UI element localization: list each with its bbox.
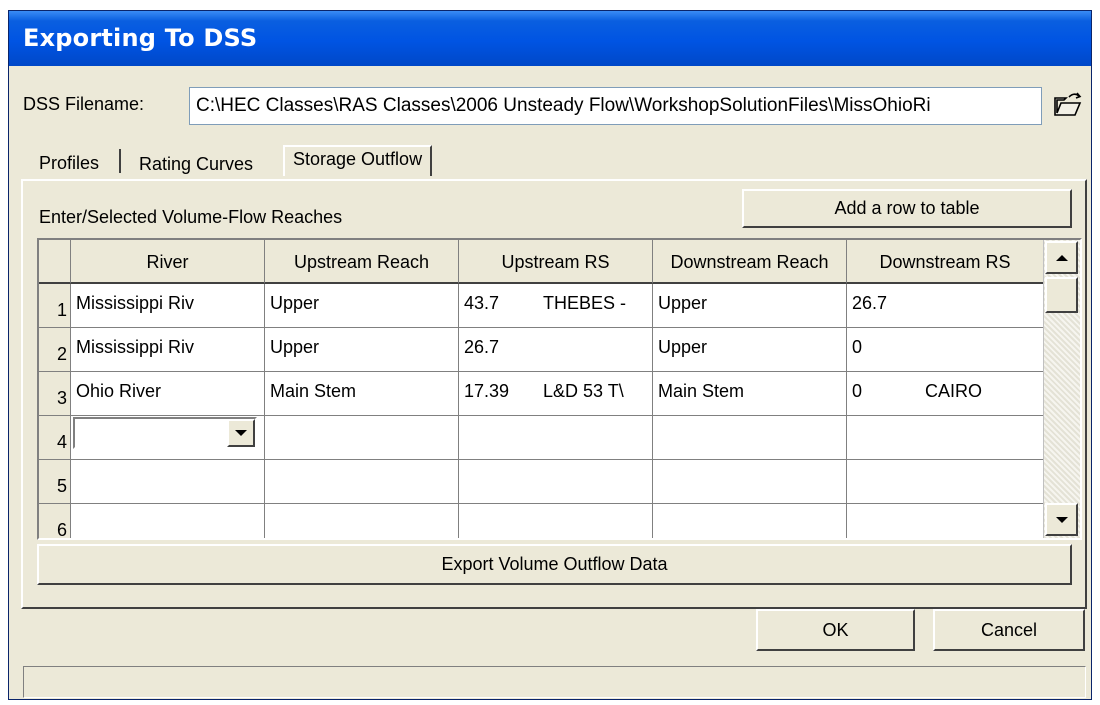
chevron-down-icon bbox=[235, 430, 247, 436]
row-number[interactable]: 6 bbox=[39, 504, 71, 538]
status-bar bbox=[23, 666, 1086, 698]
cell-downstream-reach[interactable] bbox=[653, 416, 847, 460]
downstream-rs-value: 26.7 bbox=[852, 293, 888, 313]
table-corner bbox=[39, 240, 71, 284]
cell-upstream-rs[interactable] bbox=[459, 416, 653, 460]
cell-river[interactable]: Ohio River bbox=[71, 372, 265, 416]
column-header-downstream-rs[interactable]: Downstream RS bbox=[847, 240, 1044, 284]
downstream-rs-value: 0 bbox=[852, 381, 863, 401]
title-bar[interactable]: Exporting To DSS bbox=[9, 11, 1091, 66]
cell-downstream-reach[interactable]: Upper bbox=[653, 284, 847, 328]
downstream-rs-value: 0 bbox=[852, 337, 863, 357]
cell-upstream-reach[interactable] bbox=[265, 460, 459, 504]
row-number[interactable]: 2 bbox=[39, 328, 71, 372]
scroll-down-button[interactable] bbox=[1045, 503, 1078, 536]
dss-filename-label: DSS Filename: bbox=[23, 94, 145, 114]
reaches-heading: Enter/Selected Volume-Flow Reaches bbox=[39, 207, 343, 227]
column-header-river[interactable]: River bbox=[71, 240, 265, 284]
cell-river[interactable] bbox=[71, 460, 265, 504]
reaches-table: River Upstream Reach Upstream RS Downstr… bbox=[37, 238, 1082, 540]
cell-downstream-reach[interactable]: Upper bbox=[653, 328, 847, 372]
cell-upstream-reach[interactable]: Upper bbox=[265, 328, 459, 372]
cell-upstream-reach[interactable] bbox=[265, 504, 459, 538]
downstream-rs-description: CAIRO bbox=[925, 381, 983, 401]
window-title: Exporting To DSS bbox=[23, 24, 258, 52]
cell-river[interactable] bbox=[71, 504, 265, 538]
tab-storage-outflow[interactable]: Storage Outflow bbox=[283, 145, 433, 176]
dropdown-button[interactable] bbox=[227, 419, 255, 447]
cell-downstream-reach[interactable]: Main Stem bbox=[653, 372, 847, 416]
row-number[interactable]: 4 bbox=[39, 416, 71, 460]
upstream-rs-description: L&D 53 T\ bbox=[543, 381, 624, 401]
cell-downstream-rs[interactable]: 0 CAIRO bbox=[847, 372, 1044, 416]
cell-upstream-rs[interactable]: 43.7 THEBES - bbox=[459, 284, 653, 328]
folder-open-icon bbox=[1054, 92, 1082, 116]
arrow-up-icon bbox=[1055, 254, 1068, 261]
cell-upstream-rs[interactable] bbox=[459, 504, 653, 538]
cell-upstream-reach[interactable] bbox=[265, 416, 459, 460]
cell-downstream-rs[interactable] bbox=[847, 416, 1044, 460]
cell-upstream-reach[interactable]: Main Stem bbox=[265, 372, 459, 416]
row-number[interactable]: 3 bbox=[39, 372, 71, 416]
cell-river[interactable] bbox=[71, 416, 265, 460]
upstream-rs-value: 43.7 bbox=[464, 293, 500, 313]
tab-profiles[interactable]: Profiles bbox=[39, 153, 99, 174]
scroll-up-button[interactable] bbox=[1045, 241, 1078, 274]
cell-downstream-rs[interactable] bbox=[847, 460, 1044, 504]
cell-downstream-rs[interactable]: 0 bbox=[847, 328, 1044, 372]
column-header-upstream-reach[interactable]: Upstream Reach bbox=[265, 240, 459, 284]
column-header-upstream-rs[interactable]: Upstream RS bbox=[459, 240, 653, 284]
add-row-button[interactable]: Add a row to table bbox=[742, 189, 1072, 228]
cell-upstream-rs[interactable]: 17.39 L&D 53 T\ bbox=[459, 372, 653, 416]
vertical-scrollbar[interactable] bbox=[1043, 240, 1080, 538]
open-file-button[interactable] bbox=[1049, 85, 1087, 125]
upstream-rs-description: THEBES - bbox=[543, 293, 627, 313]
river-select[interactable] bbox=[73, 417, 257, 449]
row-number[interactable]: 5 bbox=[39, 460, 71, 504]
export-volume-outflow-button[interactable]: Export Volume Outflow Data bbox=[37, 544, 1072, 585]
upstream-rs-value: 26.7 bbox=[464, 337, 500, 357]
column-header-downstream-reach[interactable]: Downstream Reach bbox=[653, 240, 847, 284]
cell-upstream-rs[interactable]: 26.7 bbox=[459, 328, 653, 372]
cell-downstream-reach[interactable] bbox=[653, 504, 847, 538]
cell-river[interactable]: Mississippi Riv bbox=[71, 284, 265, 328]
scroll-thumb[interactable] bbox=[1045, 277, 1078, 313]
cancel-button[interactable]: Cancel bbox=[933, 609, 1085, 651]
cell-downstream-rs[interactable] bbox=[847, 504, 1044, 538]
tab-separator bbox=[119, 149, 121, 173]
cell-upstream-rs[interactable] bbox=[459, 460, 653, 504]
arrow-down-icon bbox=[1055, 516, 1068, 523]
row-number[interactable]: 1 bbox=[39, 284, 71, 328]
dss-filename-field[interactable]: C:\HEC Classes\RAS Classes\2006 Unsteady… bbox=[189, 87, 1042, 125]
cell-river[interactable]: Mississippi Riv bbox=[71, 328, 265, 372]
tab-rating-curves[interactable]: Rating Curves bbox=[139, 154, 253, 175]
cell-upstream-reach[interactable]: Upper bbox=[265, 284, 459, 328]
cell-downstream-rs[interactable]: 26.7 bbox=[847, 284, 1044, 328]
ok-button[interactable]: OK bbox=[756, 609, 915, 651]
upstream-rs-value: 17.39 bbox=[464, 381, 510, 401]
exporting-to-dss-dialog: Exporting To DSS DSS Filename: C:\HEC Cl… bbox=[8, 10, 1092, 700]
cell-downstream-reach[interactable] bbox=[653, 460, 847, 504]
